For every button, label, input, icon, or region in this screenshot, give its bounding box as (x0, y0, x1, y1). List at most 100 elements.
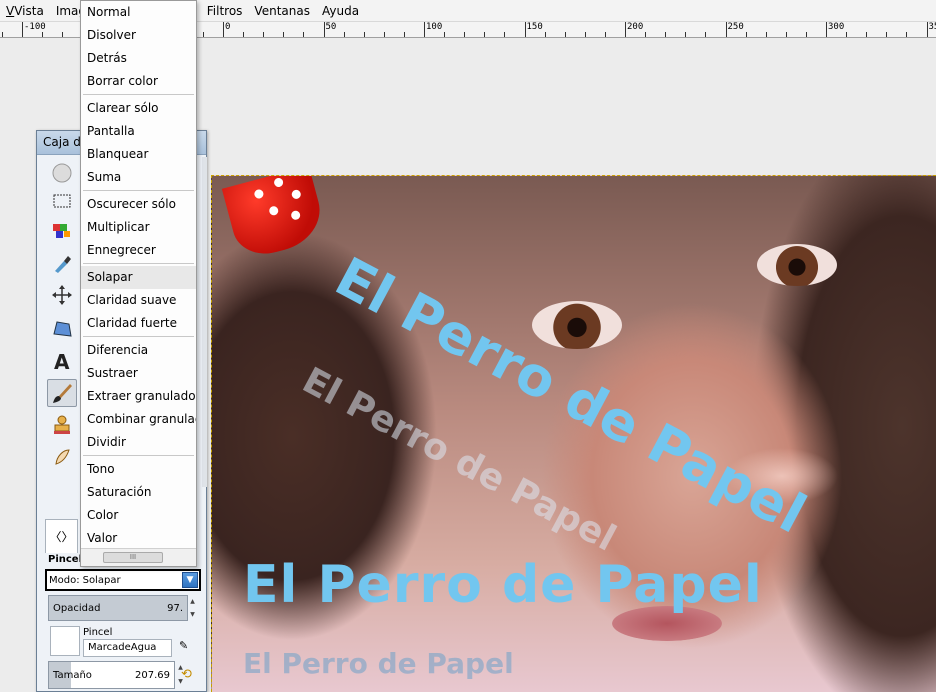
brush-preview[interactable] (50, 626, 80, 656)
perspective-tool-icon[interactable] (47, 315, 77, 343)
mode-selector[interactable]: Modo: Solapar ▼ (45, 569, 201, 591)
ruler-tick (584, 32, 586, 37)
ruler-tick (685, 32, 687, 37)
toolbox-scrollbar[interactable] (202, 157, 207, 487)
svg-text:A: A (54, 350, 70, 372)
ruler-tick (383, 32, 385, 37)
text-tool-icon[interactable]: A (47, 347, 77, 375)
blend-mode-item[interactable]: Combinar granulado (81, 408, 196, 431)
blend-mode-item[interactable]: Suma (81, 166, 196, 189)
ruler-label: 200 (627, 22, 644, 32)
ruler-tick (906, 32, 908, 37)
reset-icon[interactable]: ⟲ (181, 667, 192, 682)
brush-label: Pincel (83, 627, 113, 638)
blend-mode-item[interactable]: Oscurecer sólo (81, 193, 196, 216)
menu-ayuda[interactable]: Ayuda (316, 0, 365, 22)
ruler-tick (504, 32, 506, 37)
blend-mode-item[interactable]: Pantalla (81, 120, 196, 143)
opacity-slider[interactable]: Opacidad 97. (48, 595, 188, 621)
blend-mode-item[interactable]: Clarear sólo (81, 97, 196, 120)
ruler-tick (42, 32, 44, 37)
color-picker-tool-icon[interactable] (47, 249, 77, 277)
move-tool-icon[interactable] (47, 281, 77, 309)
ruler-label: 50 (325, 22, 337, 32)
size-slider[interactable]: Tamaño 207.69 (48, 661, 175, 689)
ruler-tick (263, 32, 265, 37)
ruler-tick (464, 32, 466, 37)
blend-mode-item[interactable]: Borrar color (81, 70, 196, 93)
ruler-tick (826, 22, 827, 37)
blend-mode-item[interactable]: Multiplicar (81, 216, 196, 239)
blend-mode-item[interactable]: Extraer granulado (81, 385, 196, 408)
ruler-tick (303, 32, 305, 37)
ruler-tick (765, 32, 767, 37)
smudge-tool-icon[interactable] (47, 443, 77, 471)
tool-options-tab[interactable]: 〈〉 (45, 519, 78, 553)
blend-mode-item[interactable]: Claridad suave (81, 289, 196, 312)
ruler-tick (846, 32, 848, 37)
airbrush-tool-icon[interactable] (47, 159, 77, 187)
mode-label: Modo: (49, 574, 80, 586)
blend-mode-item[interactable]: Tono (81, 458, 196, 481)
ruler-tick (243, 32, 245, 37)
blend-mode-item[interactable]: Solapar (81, 266, 196, 289)
right-eye (757, 244, 837, 286)
ruler-tick (866, 32, 868, 37)
blend-mode-item[interactable]: Valor (81, 527, 196, 550)
paintbrush-tool-icon[interactable] (47, 379, 77, 407)
ruler-label: -100 (24, 22, 46, 32)
dropdown-scrollbar[interactable]: III (81, 548, 196, 566)
blend-mode-item[interactable]: Claridad fuerte (81, 312, 196, 335)
blend-mode-item[interactable]: Diferencia (81, 339, 196, 362)
ruler-label: 0 (225, 22, 231, 32)
opacity-spinner[interactable]: ▲ ▼ (188, 595, 197, 621)
menu-ventanas[interactable]: Ventanas (248, 0, 316, 22)
opacity-label: Opacidad (53, 602, 101, 614)
rect-select-tool-icon[interactable] (47, 187, 77, 215)
dropdown-separator (83, 336, 194, 337)
dropdown-separator (83, 455, 194, 456)
ruler-tick (202, 32, 204, 37)
edit-brush-icon[interactable]: ✎ (179, 639, 195, 655)
chevron-down-icon[interactable]: ▼ (182, 572, 198, 588)
menu-vista[interactable]: VVista (0, 0, 50, 22)
ruler-tick (785, 32, 787, 37)
blend-mode-item[interactable]: Ennegrecer (81, 239, 196, 262)
blend-mode-item[interactable]: Disolver (81, 24, 196, 47)
blend-mode-item[interactable]: Sustraer (81, 362, 196, 385)
watermark-main: El Perro de Papel (243, 555, 763, 615)
blend-mode-item[interactable]: Color (81, 504, 196, 527)
ruler-tick (745, 32, 747, 37)
ruler-tick (444, 32, 446, 37)
ruler-tick (926, 22, 928, 37)
ruler-tick (645, 32, 647, 37)
ruler-tick (886, 32, 888, 37)
ruler-label: 150 (526, 22, 543, 32)
blend-mode-item[interactable]: Saturación (81, 481, 196, 504)
ruler-tick (403, 32, 405, 37)
blend-mode-item[interactable]: Blanquear (81, 143, 196, 166)
menu-filtros[interactable]: Filtros (201, 0, 249, 22)
clone-tool-icon[interactable] (47, 411, 77, 439)
dropdown-separator (83, 190, 194, 191)
left-eye (532, 301, 622, 349)
size-label: Tamaño (53, 669, 92, 681)
ruler-label: 300 (828, 22, 845, 32)
opacity-value: 97. (167, 602, 183, 614)
ruler-tick (283, 32, 285, 37)
blend-mode-item[interactable]: Detrás (81, 47, 196, 70)
scrollbar-thumb[interactable]: III (103, 552, 163, 563)
blend-mode-item[interactable]: Dividir (81, 431, 196, 454)
size-value: 207.69 (135, 669, 170, 681)
ruler-tick (323, 22, 325, 37)
ruler-label: 350 (928, 22, 936, 32)
ruler-tick (223, 22, 224, 37)
ruler-label: 250 (727, 22, 744, 32)
ruler-tick (665, 32, 667, 37)
ruler-tick (705, 32, 707, 37)
fuzzy-select-tool-icon[interactable] (47, 217, 77, 245)
blend-mode-item[interactable]: Normal (81, 1, 196, 24)
ruler-tick (524, 22, 526, 37)
ruler-tick (343, 32, 345, 37)
brush-name-field[interactable]: MarcadeAgua (83, 639, 172, 657)
